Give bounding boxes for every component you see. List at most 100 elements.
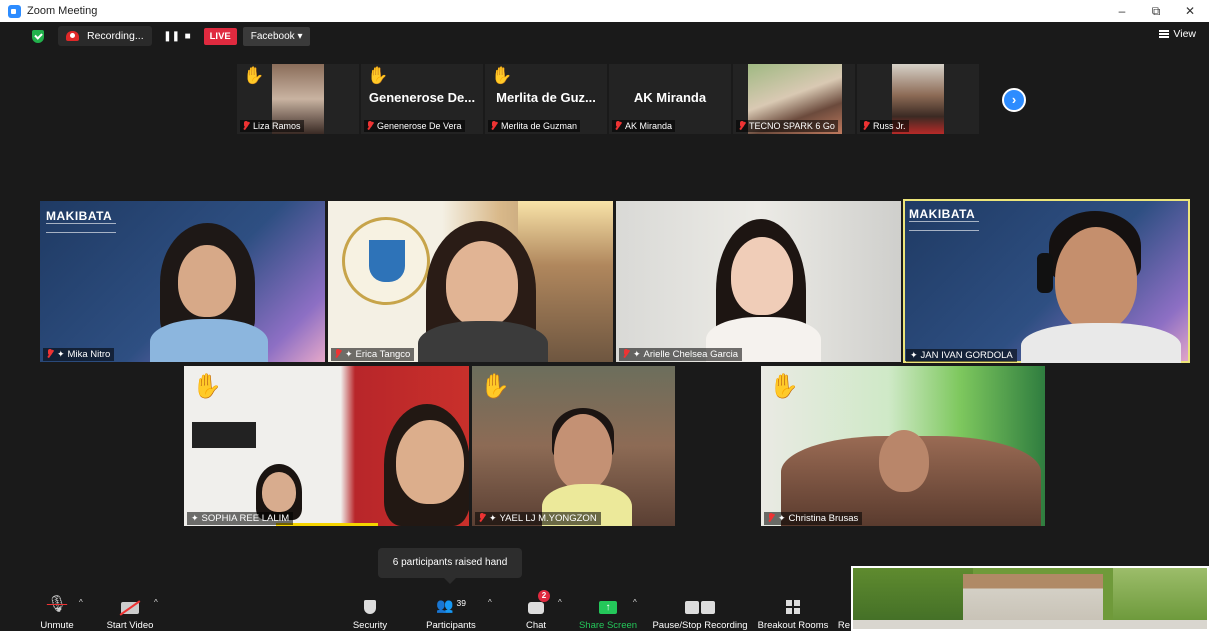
thumbnail-tile[interactable]: ✋ Merlita de Guz... Merlita de Guzman [485,64,607,134]
pause-stop-recording-label: Pause/Stop Recording [652,620,748,631]
raised-hand-icon: ✋ [243,66,265,85]
window-title-bar: Zoom Meeting – ⧉ ✕ [0,0,1209,22]
participant-name-label: Russ Jr. [860,120,909,132]
participants-options-caret-icon[interactable]: ^ [488,598,492,607]
person-shirt [150,319,268,362]
participant-name-label: ✦ Christina Brusas [764,512,863,525]
participant-display-title: AK Miranda [633,90,707,105]
headphones [1037,253,1053,293]
person-shirt [418,321,548,362]
breakout-rooms-button[interactable]: Breakout Rooms [756,588,830,631]
grid-view-icon [1159,30,1170,38]
makibata-logo: MAKIBATA [909,207,976,221]
audio-options-caret-icon[interactable]: ^ [79,598,83,607]
encryption-shield-icon[interactable] [32,29,44,43]
person-face [446,241,518,327]
chat-options-caret-icon[interactable]: ^ [558,598,562,607]
participant-thumbnail-strip: ✋ Liza Ramos ✋ Genenerose De... Genenero… [237,64,979,134]
video-tile-active-speaker[interactable]: MAKIBATA ✦ JAN IVAN GORDOLA [903,199,1190,363]
unmute-label: Unmute [40,620,74,631]
stop-recording-icon[interactable]: ■ [182,26,194,46]
raised-hand-icon: ✋ [367,66,389,85]
chevron-down-icon: ▾ [297,30,303,42]
raised-hands-tooltip: 6 participants raised hand [378,548,522,584]
thumbnail-tile[interactable]: ✋ Liza Ramos [237,64,359,134]
child-face [554,414,612,490]
pin-icon: ✦ [910,350,918,360]
thumbnail-tile[interactable]: ✋ Genenerose De... Genenerose De Vera [361,64,483,134]
child-face [879,430,929,492]
muted-mic-icon [863,121,870,130]
share-screen-icon: ↑ [599,601,617,614]
participants-count: 39 [456,598,466,608]
shield-icon [364,600,376,614]
live-badge: LIVE [203,27,237,45]
participant-name-label: ✦ SOPHIA REE LALIM [187,512,294,525]
cloud-recording-icon [66,31,79,41]
muted-microphone-icon: 🎙 [46,596,68,613]
video-tile[interactable]: ✦ Arielle Chelsea Garcia [616,201,901,362]
raised-hand-icon: ✋ [491,66,513,85]
recording-label: Recording... [87,30,144,42]
chat-button[interactable]: 2 Chat [516,588,556,631]
participant-display-title: Merlita de Guz... [496,90,596,105]
muted-mic-icon [768,513,775,522]
unmute-button[interactable]: 🎙 Unmute [32,588,82,631]
live-stream-target-dropdown[interactable]: Facebook ▾ [242,26,311,46]
security-button[interactable]: Security [344,588,396,631]
share-screen-label: Share Screen [578,620,638,631]
child-face [262,472,296,512]
start-video-label: Start Video [106,620,154,631]
thumbnail-tile[interactable]: TECNO SPARK 6 Go [733,64,855,134]
pause-recording-icon[interactable]: ❚❚ [163,26,180,46]
participant-display-title: Genenerose De... [368,90,476,105]
participant-name-label: Merlita de Guzman [488,120,581,132]
video-tile[interactable]: ✋ ✦ YAEL LJ M.YONGZON [472,366,675,526]
muted-mic-icon [47,349,54,358]
person-shirt [1021,323,1181,363]
pin-icon: ✦ [633,349,641,359]
thumbnail-tile[interactable]: AK Miranda AK Miranda [609,64,731,134]
chat-label: Chat [525,620,547,631]
video-tile[interactable]: MAKIBATA ✦ Mika Nitro [40,201,325,362]
pin-icon: ✦ [57,349,65,359]
person-face [396,420,464,504]
thumbnail-tile[interactable]: Russ Jr. [857,64,979,134]
participant-name-label: TECNO SPARK 6 Go [736,120,838,132]
zoom-app-icon [8,4,21,18]
meeting-status-bar: Recording... ❚❚ ■ LIVE Facebook ▾ View [22,22,1206,50]
logo-subtitle-lines [909,221,979,231]
pin-icon: ✦ [778,513,786,523]
close-button[interactable]: ✕ [1173,0,1207,22]
muted-mic-icon [479,513,486,522]
restore-button[interactable]: ⧉ [1139,0,1173,22]
participant-name-label: ✦ Mika Nitro [43,348,115,361]
next-page-arrow-icon[interactable]: › [1002,88,1026,112]
window-title: Zoom Meeting [27,5,98,17]
muted-mic-icon [243,121,250,130]
raised-hand-icon: ✋ [192,373,222,400]
share-screen-button[interactable]: ↑ Share Screen [578,588,638,631]
participants-button[interactable]: 👥 39 Participants [420,588,482,631]
logo-subtitle-lines [46,223,116,233]
person-face [178,245,236,317]
video-options-caret-icon[interactable]: ^ [154,598,158,607]
video-tile[interactable]: ✋ ✦ Christina Brusas [761,366,1045,526]
view-label: View [1173,28,1196,40]
pause-recording-icon [685,601,699,614]
video-tile[interactable]: ✋ ✦ SOPHIA REE LALIM [184,366,469,526]
video-tile[interactable]: ✦ Erica Tangco [328,201,613,362]
meeting-area: Recording... ❚❚ ■ LIVE Facebook ▾ View ✋… [22,22,1206,631]
minimize-button[interactable]: – [1105,0,1139,22]
person-face [731,237,793,315]
stream-target-label: Facebook [250,30,295,42]
view-button[interactable]: View [1159,28,1196,40]
start-video-button[interactable]: Start Video [100,588,160,631]
person-face [1055,227,1137,331]
security-label: Security [352,620,388,631]
share-options-caret-icon[interactable]: ^ [633,598,637,607]
self-view-video[interactable] [851,566,1209,631]
chat-bubble-icon [528,602,544,614]
participants-label: Participants [426,620,476,631]
pause-stop-recording-button[interactable]: Pause/Stop Recording [652,588,748,631]
